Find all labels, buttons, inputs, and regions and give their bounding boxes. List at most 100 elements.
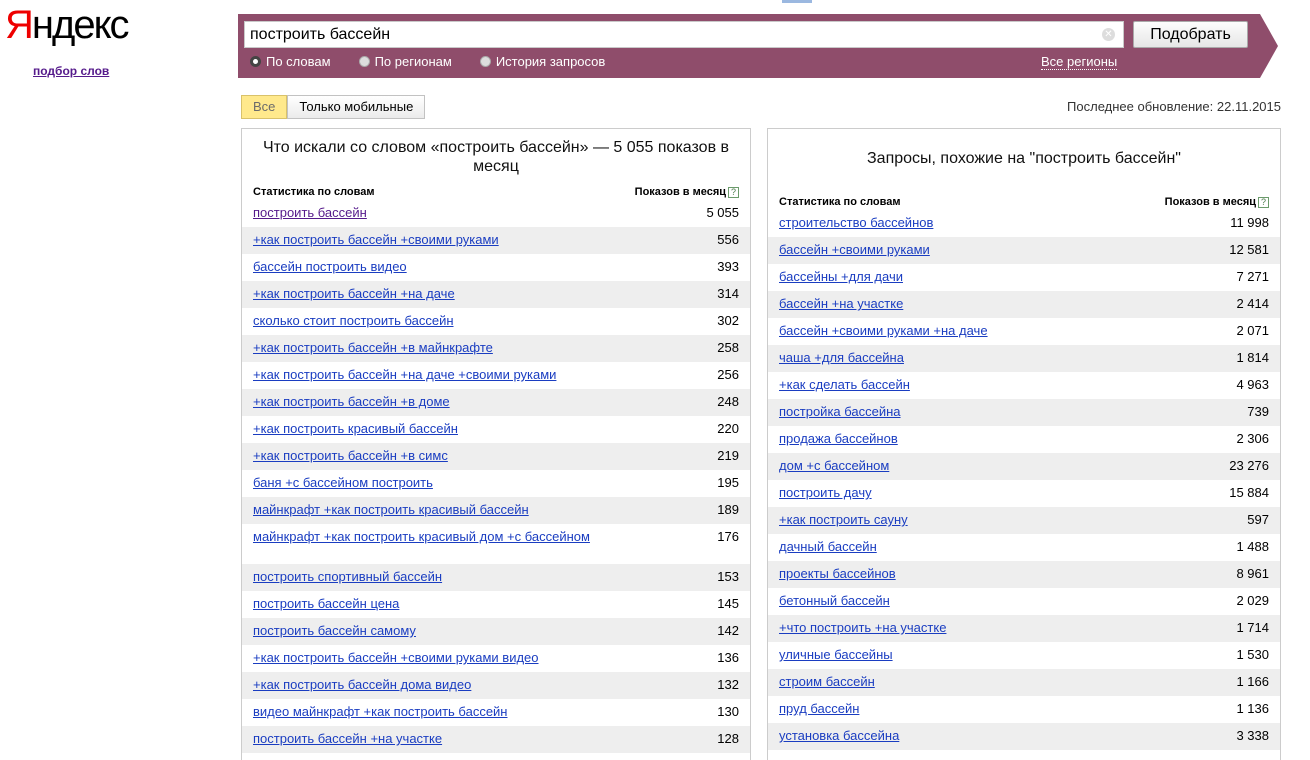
table-row: уличные бассейны 1 530: [768, 642, 1280, 669]
radio-icon: [479, 56, 491, 67]
query-link[interactable]: построить бассейн цена: [253, 596, 399, 618]
query-link[interactable]: чаша +для бассейна: [779, 350, 904, 372]
query-link[interactable]: сколько стоит построить бассейн: [253, 313, 454, 335]
shows-count: 220: [717, 421, 739, 436]
query-link[interactable]: бассейн +своими руками: [779, 242, 930, 264]
query-link[interactable]: +как построить бассейн +на даче: [253, 286, 455, 308]
query-link[interactable]: +как сделать бассейн: [779, 377, 910, 399]
query-link[interactable]: уличные бассейны: [779, 647, 893, 669]
help-icon[interactable]: ?: [1258, 196, 1269, 208]
shows-count: 2 306: [1236, 431, 1269, 446]
query-link[interactable]: бассейн +на участке: [779, 296, 903, 318]
table-row: бассейн +на участке 2 414: [768, 291, 1280, 318]
query-link[interactable]: строительство бассейнов: [779, 215, 933, 237]
radio-icon: [250, 56, 261, 67]
query-link[interactable]: бассейн построить видео: [253, 259, 407, 281]
shows-count: 1 814: [1236, 350, 1269, 365]
query-link[interactable]: дом +с бассейном: [779, 458, 889, 480]
search-bar: ✕ Подобрать По словам По регионам Истори…: [238, 14, 1278, 78]
pick-button[interactable]: Подобрать: [1133, 21, 1248, 48]
query-link[interactable]: +как построить бассейн +своими руками: [253, 232, 499, 254]
shows-count: 2 071: [1236, 323, 1269, 338]
query-link[interactable]: +как построить сауну: [779, 512, 908, 534]
query-link[interactable]: майнкрафт +как построить красивый бассей…: [253, 502, 529, 524]
query-link[interactable]: дачный бассейн: [779, 539, 877, 561]
shows-count: 1 714: [1236, 620, 1269, 635]
query-link[interactable]: видео майнкрафт +как построить бассейн: [253, 704, 507, 726]
query-link[interactable]: продажа бассейнов: [779, 431, 898, 453]
query-link[interactable]: проекты бассейнов: [779, 566, 896, 588]
shows-count: 4 963: [1236, 377, 1269, 392]
table-row: пруд бассейн 1 136: [768, 696, 1280, 723]
mode-history[interactable]: История запросов: [479, 54, 605, 69]
left-panel: Что искали со словом «построить бассейн»…: [241, 128, 751, 760]
query-link[interactable]: бетонный бассейн: [779, 593, 890, 615]
mode-label: По регионам: [374, 54, 452, 69]
yandex-logo[interactable]: Яндекс: [5, 5, 130, 45]
shows-count: 219: [717, 448, 739, 463]
query-link[interactable]: бассейн +своими руками +на даче: [779, 323, 988, 345]
shows-count: 2 414: [1236, 296, 1269, 311]
query-link[interactable]: постройка бассейна: [779, 404, 901, 426]
table-row: сколько стоит построить бассейн 302: [242, 308, 750, 335]
query-link[interactable]: +как построить красивый бассейн: [253, 421, 458, 443]
table-row: проекты бассейнов 8 961: [768, 561, 1280, 588]
mode-by-words[interactable]: По словам: [250, 54, 331, 69]
shows-count: 1 166: [1236, 674, 1269, 689]
table-row: +как построить сауну 597: [768, 507, 1280, 534]
query-link[interactable]: пруд бассейн: [779, 701, 859, 723]
query-link[interactable]: построить спортивный бассейн: [253, 569, 442, 591]
shows-count: 1 488: [1236, 539, 1269, 554]
tab-mobile-only[interactable]: Только мобильные: [287, 95, 426, 119]
query-link[interactable]: +что построить +на участке: [779, 620, 946, 642]
shows-count: 189: [717, 502, 739, 517]
table-row: видео майнкрафт +как построить бассейн 13…: [242, 699, 750, 726]
shows-count: 176: [717, 529, 739, 544]
shows-count: 739: [1247, 404, 1269, 419]
column-header-words: Статистика по словам: [253, 186, 375, 198]
table-row: +как построить бассейн +на даче 314: [242, 281, 750, 308]
table-row: установка бассейна 3 338: [768, 723, 1280, 750]
query-link[interactable]: построить дачу: [779, 485, 872, 507]
table-row: продажа бассейнов 2 306: [768, 426, 1280, 453]
radio-icon: [358, 56, 370, 67]
table-row: бассейн построить видео 393: [242, 254, 750, 281]
table-row: строим бассейн 1 166: [768, 669, 1280, 696]
tab-all[interactable]: Все: [241, 95, 288, 119]
table-row: построить бассейн 5 055: [242, 200, 750, 227]
table-row: бассейн +своими руками 12 581: [768, 237, 1280, 264]
table-row: +как построить бассейн +в симс 219: [242, 443, 750, 470]
table-row: баня +с бассейном построить 195: [242, 470, 750, 497]
table-row: строительство бассейнов 11 998: [768, 210, 1280, 237]
query-link[interactable]: +как построить бассейн +на даче +своими …: [253, 367, 556, 389]
query-link[interactable]: +как построить бассейн +в доме: [253, 394, 450, 416]
left-header-row: Статистика по словам Показов в месяц?: [242, 176, 750, 200]
query-link[interactable]: +как построить бассейн +в симс: [253, 448, 448, 470]
mode-by-regions[interactable]: По регионам: [358, 54, 452, 69]
query-link[interactable]: бассейны +для дачи: [779, 269, 903, 291]
top-mark: [782, 0, 812, 3]
query-link[interactable]: +как построить бассейн +своими руками ви…: [253, 650, 539, 672]
query-link[interactable]: +как построить бассейн +в майнкрафте: [253, 340, 493, 362]
clear-icon[interactable]: ✕: [1102, 28, 1115, 41]
query-link[interactable]: установка бассейна: [779, 728, 899, 750]
column-header-shows-label: Показов в месяц: [1164, 196, 1256, 208]
query-link[interactable]: +как построить бассейн дома видео: [253, 677, 471, 699]
query-link[interactable]: баня +с бассейном построить: [253, 475, 433, 497]
query-link[interactable]: майнкрафт +как построить красивый дом +с…: [253, 529, 590, 564]
search-input[interactable]: [245, 22, 1085, 47]
query-link[interactable]: построить бассейн самому: [253, 623, 416, 645]
query-link[interactable]: построить бассейн +на участке: [253, 731, 442, 753]
column-header-shows: Показов в месяц?: [635, 186, 739, 200]
column-header-words: Статистика по словам: [779, 196, 901, 208]
table-row: +как построить бассейн +в доме 248: [242, 389, 750, 416]
table-row: майнкрафт +как построить красивый бассей…: [242, 497, 750, 524]
shows-count: 132: [717, 677, 739, 692]
help-icon[interactable]: ?: [728, 186, 739, 198]
shows-count: 597: [1247, 512, 1269, 527]
all-regions-link[interactable]: Все регионы: [1041, 54, 1118, 70]
query-link[interactable]: строим бассейн: [779, 674, 875, 696]
query-link[interactable]: построить бассейн: [253, 205, 367, 227]
wordstat-link[interactable]: подбор слов: [33, 64, 109, 78]
shows-count: 1 530: [1236, 647, 1269, 662]
